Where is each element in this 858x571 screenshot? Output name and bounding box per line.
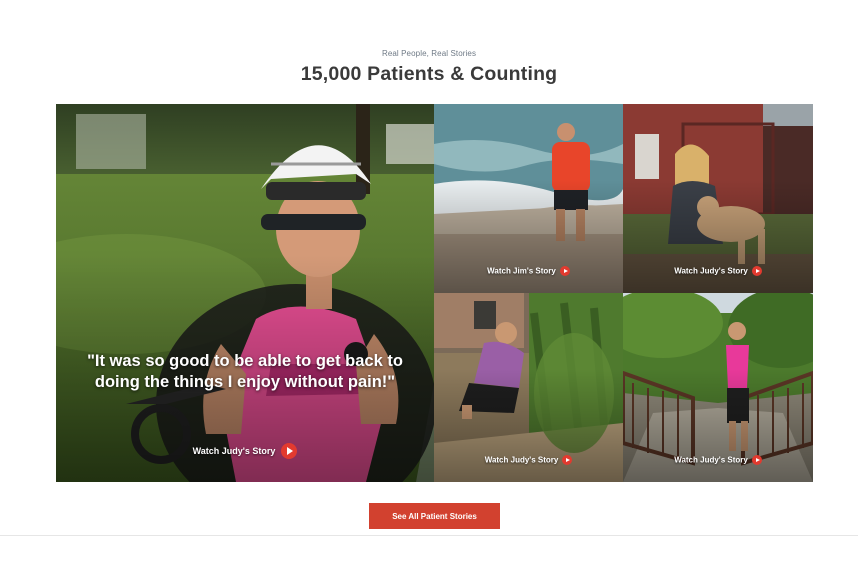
section-title: 15,000 Patients & Counting [300,63,558,85]
section-eyebrow: Real People, Real Stories [381,49,477,58]
play-circle-icon [281,443,298,459]
watch-story-label: Watch Jim's Story [487,266,556,276]
featured-quote: "It was so good to be able to get back t… [87,352,403,391]
play-circle-icon [751,266,762,276]
play-circle-icon [559,266,570,276]
watch-judy-story-link[interactable]: Watch Judy's Story [623,455,813,465]
watch-jim-story-link[interactable]: Watch Jim's Story [434,266,623,276]
featured-story-tile[interactable]: "It was so good to be able to get back t… [56,104,434,482]
story-tile-judy-dog[interactable]: Watch Judy's Story [623,104,813,293]
play-circle-icon [751,455,762,465]
watch-judy-story-link[interactable]: Watch Judy's Story [623,266,813,276]
watch-story-label: Watch Judy's Story [192,446,276,456]
story-tile-judy-garden[interactable]: Watch Judy's Story [434,293,623,482]
footer-divider [0,535,858,571]
watch-story-label: Watch Judy's Story [674,266,748,276]
watch-featured-story-link[interactable]: Watch Judy's Story [56,443,434,459]
story-tile-jim[interactable]: Watch Jim's Story [434,104,623,293]
watch-story-label: Watch Judy's Story [484,455,559,465]
watch-judy-story-link[interactable]: Watch Judy's Story [434,455,623,465]
see-all-patient-stories-button[interactable]: See All Patient Stories [369,503,500,529]
play-circle-icon [562,455,573,465]
patient-stories-grid: "It was so good to be able to get back t… [56,104,813,482]
watch-story-label: Watch Judy's Story [674,455,748,465]
story-tile-judy-bridge[interactable]: Watch Judy's Story [623,293,813,482]
